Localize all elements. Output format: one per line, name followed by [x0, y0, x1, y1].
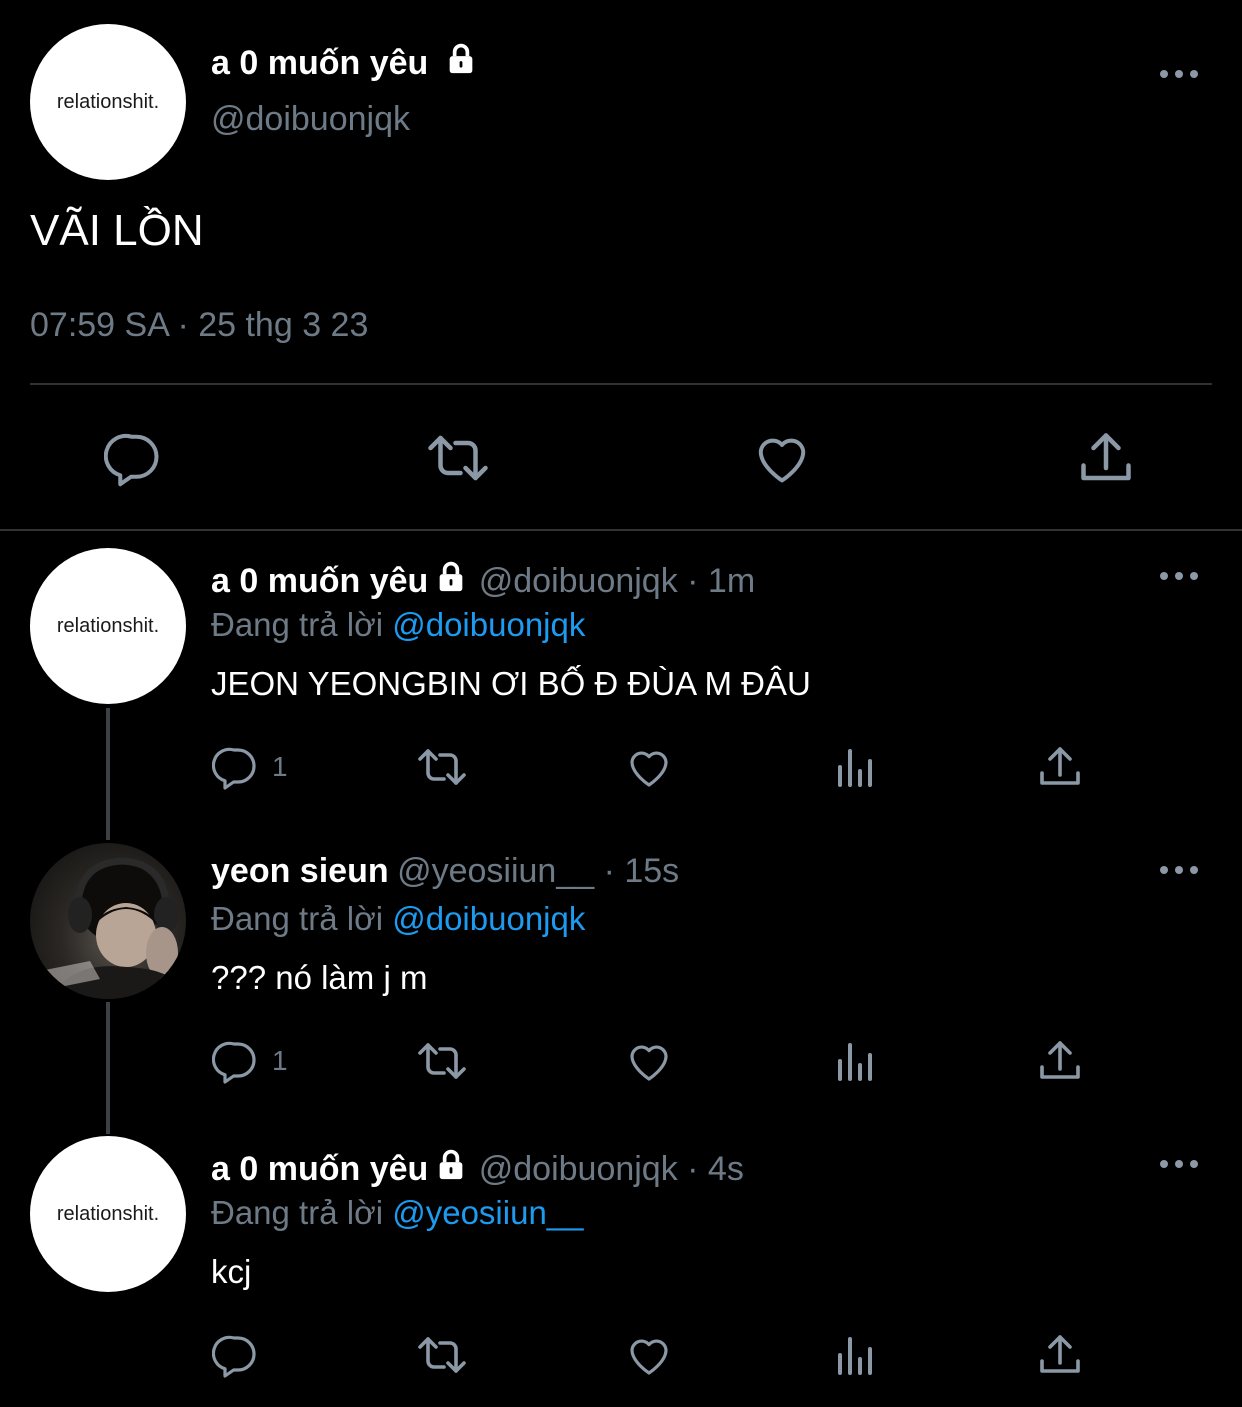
like-icon[interactable]	[625, 1331, 673, 1379]
avatar-text: relationshit.	[56, 1202, 160, 1225]
retweet-icon[interactable]	[414, 1037, 470, 1085]
retweet-icon[interactable]	[414, 743, 470, 791]
thread-line	[106, 1002, 110, 1134]
divider	[0, 529, 1242, 531]
display-name[interactable]: a 0 muốn yêu	[211, 1150, 428, 1188]
display-name[interactable]: a 0 muốn yêu	[211, 42, 478, 85]
retweet-icon[interactable]	[414, 1331, 470, 1379]
replying-prefix: Đang trả lời	[211, 1194, 384, 1231]
tweet-timestamp[interactable]: 07:59 SA · 25 thg 3 23	[30, 306, 368, 345]
more-options-icon[interactable]	[1160, 570, 1200, 582]
reply-header: yeon sieun @yeosiiun__ · 15s	[211, 852, 679, 891]
replying-to-link[interactable]: @doibuonjqk	[392, 900, 585, 937]
like-icon[interactable]	[752, 428, 812, 488]
like-icon[interactable]	[625, 1037, 673, 1085]
more-options-icon[interactable]	[1160, 1158, 1200, 1170]
more-options-icon[interactable]	[1160, 68, 1200, 80]
avatar-text: relationshit.	[56, 614, 160, 637]
thread-line	[106, 708, 110, 840]
more-options-icon[interactable]	[1160, 864, 1200, 876]
tweet-text: ??? nó làm j m	[211, 959, 428, 996]
replying-to: Đang trả lời @doibuonjqk	[211, 900, 585, 938]
reply-header: a 0 muốn yêu @doibuonjqk · 4s	[211, 1148, 744, 1189]
analytics-icon[interactable]	[832, 1037, 880, 1085]
tweet-text: VÃI LỒN	[30, 206, 204, 255]
username-time[interactable]: @doibuonjqk · 4s	[479, 1150, 744, 1188]
avatar-photo	[30, 857, 186, 999]
analytics-icon[interactable]	[832, 743, 880, 791]
share-icon[interactable]	[1076, 428, 1136, 488]
reply-count: 1	[272, 1045, 288, 1076]
reply-icon[interactable]	[212, 1331, 260, 1379]
avatar[interactable]	[30, 843, 186, 999]
avatar[interactable]: relationshit.	[30, 1136, 186, 1292]
avatar[interactable]: relationshit.	[30, 548, 186, 704]
display-name[interactable]: yeon sieun	[211, 852, 389, 890]
username[interactable]: @doibuonjqk	[211, 100, 410, 139]
replying-prefix: Đang trả lời	[211, 606, 384, 643]
tweet-text: JEON YEONGBIN ƠI BỐ Đ ĐÙA M ĐÂU	[211, 665, 811, 702]
replying-to: Đang trả lời @doibuonjqk	[211, 606, 585, 644]
username-time[interactable]: @yeosiiun__ · 15s	[397, 852, 679, 890]
analytics-icon[interactable]	[832, 1331, 880, 1379]
lock-icon	[434, 1148, 468, 1187]
avatar-text: relationshit.	[56, 90, 160, 113]
reply-header: a 0 muốn yêu @doibuonjqk · 1m	[211, 560, 755, 601]
tweet-text: kcj	[211, 1253, 252, 1290]
share-icon[interactable]	[1036, 1037, 1084, 1085]
reply-count: 1	[272, 751, 288, 782]
replying-to: Đang trả lời @yeosiiun__	[211, 1194, 584, 1232]
reply-icon[interactable]	[212, 743, 260, 791]
avatar[interactable]: relationshit.	[30, 24, 186, 180]
reply-icon[interactable]	[104, 428, 164, 488]
reply-icon[interactable]	[212, 1037, 260, 1085]
replying-prefix: Đang trả lời	[211, 900, 384, 937]
display-name-text: a 0 muốn yêu	[211, 44, 429, 82]
replying-to-link[interactable]: @doibuonjqk	[392, 606, 585, 643]
lock-icon	[434, 560, 468, 599]
like-icon[interactable]	[625, 743, 673, 791]
share-icon[interactable]	[1036, 743, 1084, 791]
share-icon[interactable]	[1036, 1331, 1084, 1379]
retweet-icon[interactable]	[424, 428, 492, 488]
username-time[interactable]: @doibuonjqk · 1m	[479, 562, 755, 600]
display-name[interactable]: a 0 muốn yêu	[211, 562, 428, 600]
lock-icon	[444, 42, 478, 85]
divider	[30, 383, 1212, 385]
replying-to-link[interactable]: @yeosiiun__	[392, 1194, 583, 1231]
